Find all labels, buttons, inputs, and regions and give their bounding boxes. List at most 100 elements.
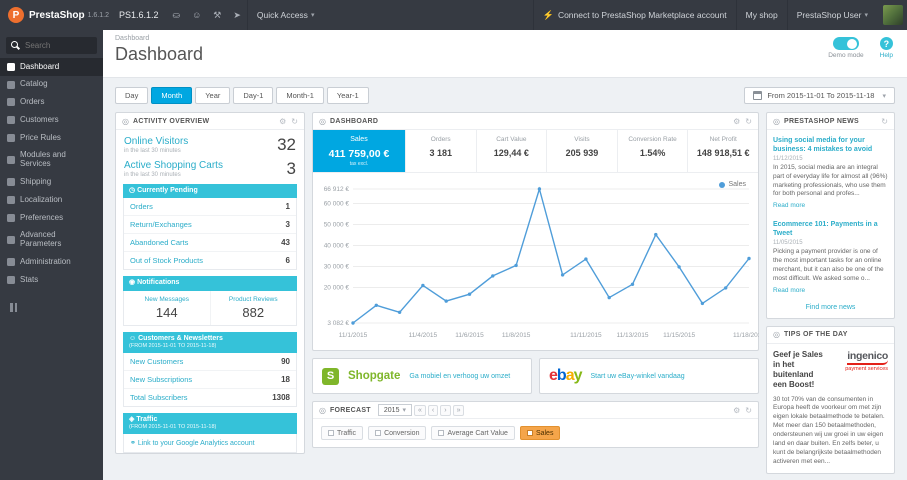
cart-icon[interactable]: ⛀ xyxy=(173,10,181,21)
news-article-body: Picking a payment provider is one of the… xyxy=(773,248,884,282)
filter-year-1-button[interactable]: Year-1 xyxy=(326,87,369,104)
refresh-icon[interactable]: ↻ xyxy=(745,117,752,126)
legend-conversion-toggle[interactable]: Conversion xyxy=(368,426,427,440)
new-subscriptions-row[interactable]: New Subscriptions 18 xyxy=(124,371,296,389)
wrench-icon[interactable]: ⚒ xyxy=(213,10,221,21)
sidebar-item-administration[interactable]: Administration xyxy=(0,254,103,272)
sidebar-item-preferences[interactable]: Preferences xyxy=(0,209,103,227)
search-input[interactable] xyxy=(25,41,95,50)
first-page-button[interactable]: « xyxy=(413,404,426,416)
sidebar-item-shipping[interactable]: Shipping xyxy=(0,174,103,192)
gear-icon[interactable]: ⚙ xyxy=(733,117,740,126)
my-shop-link[interactable]: My shop xyxy=(735,0,787,30)
sidebar-item-stats[interactable]: Stats xyxy=(0,271,103,289)
prestashop-logo-icon: P xyxy=(8,7,24,23)
ebay-link[interactable]: Start uw eBay-winkel vandaag xyxy=(591,373,685,380)
user-icon[interactable]: ☺ xyxy=(192,10,201,20)
topbar-right: ⚡ Connect to PrestaShop Marketplace acco… xyxy=(532,0,907,30)
product-reviews-stat[interactable]: Product Reviews 882 xyxy=(209,290,297,325)
sidebar-item-orders[interactable]: Orders xyxy=(0,94,103,112)
pending-returns-row[interactable]: Return/Exchanges 3 xyxy=(124,216,296,235)
kpi-conversion-rate[interactable]: Conversion Rate 1.54% xyxy=(618,130,689,172)
refresh-icon[interactable]: ↻ xyxy=(291,117,298,126)
online-visitors-stat[interactable]: Online Visitors in the last 30 minutes 3… xyxy=(116,130,304,154)
customers-newsletters-range: (FROM 2015-11-01 TO 2015-11-18) xyxy=(129,343,217,350)
new-messages-stat[interactable]: New Messages 144 xyxy=(124,291,210,325)
stat-label: New Messages xyxy=(144,295,189,303)
find-more-news-link[interactable]: Find more news xyxy=(767,299,894,318)
google-analytics-label: Link to your Google Analytics account xyxy=(137,439,255,447)
legend-traffic-toggle[interactable]: Traffic xyxy=(321,426,364,440)
kpi-label: Conversion Rate xyxy=(628,136,677,143)
user-menu[interactable]: PrestaShop User xyxy=(786,0,877,30)
last-page-button[interactable]: » xyxy=(452,404,465,416)
ingenico-brand-name: ingenico xyxy=(847,350,888,365)
shopgate-link[interactable]: Ga mobiel en verhoog uw omzet xyxy=(409,373,510,380)
read-more-link[interactable]: Read more xyxy=(773,287,805,294)
news-article: Using social media for your business: 4 … xyxy=(767,130,894,214)
sidebar-item-modules[interactable]: Modules and Services xyxy=(0,147,103,174)
user-avatar[interactable] xyxy=(883,5,903,25)
active-carts-stat[interactable]: Active Shopping Carts in the last 30 min… xyxy=(116,154,304,178)
row-label: Total Subscribers xyxy=(130,392,188,402)
refresh-icon[interactable]: ↻ xyxy=(745,406,752,415)
forecast-year-select[interactable]: 2015 xyxy=(377,404,412,416)
currently-pending-title: Currently Pending xyxy=(137,187,198,194)
sidebar-item-dashboard[interactable]: Dashboard xyxy=(0,58,103,76)
sidebar-item-price-rules[interactable]: Price Rules xyxy=(0,129,103,147)
read-more-link[interactable]: Read more xyxy=(773,202,805,209)
out-of-stock-row[interactable]: Out of Stock Products 6 xyxy=(124,252,296,269)
stat-value: 882 xyxy=(242,304,265,320)
shop-name[interactable]: PS1.6.1.2 xyxy=(119,10,159,20)
refresh-icon[interactable]: ↻ xyxy=(881,117,888,126)
next-page-button[interactable]: › xyxy=(440,404,451,416)
date-range-picker[interactable]: From 2015-11-01 To 2015-11-18 xyxy=(744,87,895,104)
help-icon[interactable]: ? xyxy=(879,37,893,50)
bell-icon: ◉ xyxy=(129,279,138,287)
new-customers-row[interactable]: New Customers 90 xyxy=(124,353,296,371)
total-subscribers-row[interactable]: Total Subscribers 1308 xyxy=(124,389,296,406)
google-analytics-link[interactable]: ⚭ Link to your Google Analytics account xyxy=(123,433,297,453)
filter-day-button[interactable]: Day xyxy=(115,87,149,104)
filter-day-1-button[interactable]: Day-1 xyxy=(233,87,274,104)
filter-month-button[interactable]: Month xyxy=(151,87,193,104)
activity-overview-panel: ◎ ACTIVITY OVERVIEW ⚙ ↻ Online Visitors i… xyxy=(115,112,305,454)
sidebar-item-label: Price Rules xyxy=(20,132,61,142)
prev-page-button[interactable]: ‹ xyxy=(427,404,439,416)
rocket-icon[interactable]: ➤ xyxy=(233,10,241,21)
demo-mode-toggle[interactable] xyxy=(832,37,859,50)
stat-label: Product Reviews xyxy=(228,295,278,303)
sidebar-search[interactable] xyxy=(6,37,97,54)
notifications-title: Notifications xyxy=(137,279,180,287)
quick-access-menu[interactable]: Quick Access xyxy=(246,0,324,30)
pending-orders-row[interactable]: Orders 1 xyxy=(124,198,296,217)
page-title: Dashboard xyxy=(115,44,204,64)
clock-icon: ◷ xyxy=(129,187,138,194)
news-article-date: 11/05/2015 xyxy=(773,240,803,247)
svg-text:11/18/2015: 11/18/2015 xyxy=(733,332,759,339)
sidebar-item-customers[interactable]: Customers xyxy=(0,111,103,129)
tips-body-text: 30 tot 70% van de consumenten in Europa … xyxy=(773,395,885,466)
kpi-row: Sales 411 759,00 € tax excl. Orders 3 181… xyxy=(313,130,758,173)
news-article-title[interactable]: Using social media for your business: 4 … xyxy=(773,136,888,154)
kpi-net-profit[interactable]: Net Profit 148 918,51 € xyxy=(688,130,758,172)
filter-month-1-button[interactable]: Month-1 xyxy=(276,87,324,104)
gear-icon[interactable]: ⚙ xyxy=(733,406,740,415)
legend-sales-toggle[interactable]: Sales xyxy=(519,426,561,440)
filter-year-button[interactable]: Year xyxy=(195,87,231,104)
kpi-orders[interactable]: Orders 3 181 xyxy=(406,130,477,172)
kpi-sales[interactable]: Sales 411 759,00 € tax excl. xyxy=(313,130,406,172)
marketplace-link[interactable]: ⚡ Connect to PrestaShop Marketplace acco… xyxy=(532,0,736,30)
sidebar-item-advanced-parameters[interactable]: Advanced Parameters xyxy=(0,227,103,254)
kpi-cart-value[interactable]: Cart Value 129,44 € xyxy=(477,130,548,172)
sidebar-item-catalog[interactable]: Catalog xyxy=(0,76,103,94)
sidebar-item-localization[interactable]: Localization xyxy=(0,191,103,209)
collapse-sidebar-button[interactable] xyxy=(10,303,103,313)
gear-icon[interactable]: ⚙ xyxy=(279,117,286,126)
svg-text:60 000 €: 60 000 € xyxy=(324,201,350,208)
news-article-title[interactable]: Ecommerce 101: Payments in a Tweet xyxy=(773,220,888,238)
legend-average-cart-value-toggle[interactable]: Average Cart Value xyxy=(431,426,515,440)
kpi-visits[interactable]: Visits 205 939 xyxy=(547,130,618,172)
abandoned-carts-row[interactable]: Abandoned Carts 43 xyxy=(124,234,296,253)
checkbox-icon xyxy=(526,430,533,436)
